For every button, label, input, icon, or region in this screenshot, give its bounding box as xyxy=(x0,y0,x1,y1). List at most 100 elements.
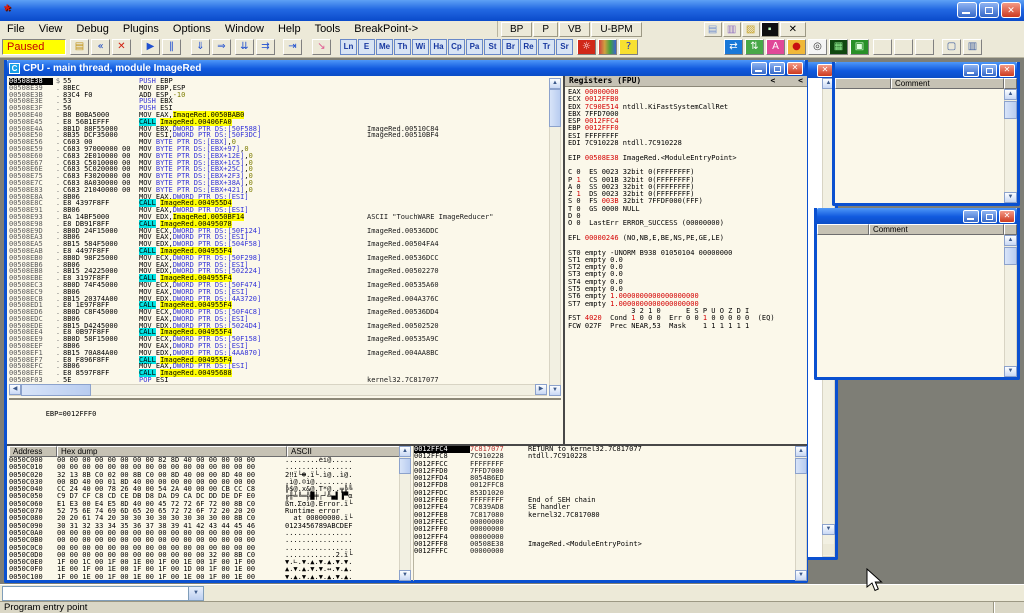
menu-item-file[interactable]: File xyxy=(0,22,32,37)
close-icon[interactable]: ✕ xyxy=(817,64,833,77)
patches-icon[interactable]: ▦ xyxy=(829,39,848,55)
scroll-up-icon[interactable]: ▲ xyxy=(1004,235,1017,246)
register-line[interactable]: EIP 00508E38 ImageRed.<ModuleEntryPoint> xyxy=(568,155,804,162)
menu-item-breakpoint[interactable]: BreakPoint-> xyxy=(347,22,425,37)
disassembly-hscrollbar[interactable]: ◀ ▶ xyxy=(9,384,547,396)
scroll-down-icon[interactable]: ▼ xyxy=(1004,366,1017,377)
step-over-icon[interactable]: ⇒ xyxy=(212,39,231,55)
minimize-icon[interactable] xyxy=(963,210,979,223)
right-window-1-titlebar[interactable]: ✕ xyxy=(835,62,1017,78)
screen-icon[interactable]: ▣ xyxy=(850,39,869,55)
info-pane[interactable]: EBP=0012FFF0 xyxy=(9,398,561,442)
command-input[interactable] xyxy=(3,587,188,600)
plugin-button-p[interactable]: P xyxy=(533,22,558,37)
command-combobox[interactable]: ▼ xyxy=(2,586,204,601)
disasm-row[interactable]: 00508E83.C683 21040000 00MOV BYTE PTR DS… xyxy=(9,187,549,194)
close-icon[interactable]: ✕ xyxy=(999,210,1015,223)
back-icon[interactable]: < xyxy=(798,76,803,85)
stack-pane[interactable]: 0012FFC47C817077RETURN to kernel32.7C817… xyxy=(413,446,793,581)
right-window-2-scrollbar[interactable]: ▲ ▼ xyxy=(1004,235,1017,377)
close-program-icon[interactable]: ✕ xyxy=(112,39,131,55)
help-icon[interactable]: ? xyxy=(619,39,638,55)
animate-over-icon[interactable]: ⇉ xyxy=(256,39,275,55)
scroll-up-icon[interactable]: ▲ xyxy=(399,446,411,457)
view-button-wi[interactable]: Wi xyxy=(412,39,429,55)
chevron-down-icon[interactable]: ▼ xyxy=(188,587,203,600)
view-button-cp[interactable]: Cp xyxy=(448,39,465,55)
plugin-button-vb[interactable]: VB xyxy=(559,22,590,37)
view-button-pa[interactable]: Pa xyxy=(466,39,483,55)
disasm-row[interactable]: 00508EB0.8B0D 98F25000MOV ECX,DWORD PTR … xyxy=(9,255,549,262)
resize-grip[interactable] xyxy=(823,544,834,555)
trace-icon[interactable]: ◎ xyxy=(808,39,827,55)
maximize-icon[interactable] xyxy=(981,64,997,77)
minimize-icon[interactable] xyxy=(751,62,767,75)
ascii-column-header[interactable]: ASCII xyxy=(287,446,411,457)
open-file-icon[interactable]: ▤ xyxy=(70,39,89,55)
registers-lines[interactable]: EAX 00000000ECX 0012FFB0EDX 7C90E514 ntd… xyxy=(565,87,807,332)
register-line[interactable]: EFL 00000246 (NO,NB,E,BE,NS,PE,GE,LE) xyxy=(568,235,804,242)
disasm-row[interactable]: 00508F03.5EPOP ESIkernel32.7C817077 xyxy=(9,377,549,384)
blank-button[interactable] xyxy=(873,39,892,55)
menu-item-options[interactable]: Options xyxy=(166,22,218,37)
view-button-sr[interactable]: Sr xyxy=(556,39,573,55)
console-icon[interactable]: ▪ xyxy=(761,22,779,37)
hexdump-column-header[interactable]: Hex dump xyxy=(57,446,287,457)
restart-icon[interactable]: « xyxy=(91,39,110,55)
mdi-tile-icon[interactable]: ▥ xyxy=(963,39,982,55)
column-header[interactable] xyxy=(835,78,891,89)
plugin-close-button[interactable]: ✕ xyxy=(780,22,806,37)
menu-item-help[interactable]: Help xyxy=(271,22,308,37)
disassembly-vscrollbar[interactable]: ▲ ▼ xyxy=(549,78,561,396)
disasm-row[interactable]: 00508EC3.8B0D 74F45000MOV ECX,DWORD PTR … xyxy=(9,282,549,289)
disasm-row[interactable]: 00508ED6.8B0D C8F45000MOV ECX,DWORD PTR … xyxy=(9,309,549,316)
scroll-left-icon[interactable]: ◀ xyxy=(9,384,21,395)
disasm-row[interactable]: 00508EFE.E8 8597F8FFCALL ImageRed.004956… xyxy=(9,370,549,377)
menu-item-debug[interactable]: Debug xyxy=(69,22,115,37)
ascii-table-icon[interactable]: A xyxy=(766,39,785,55)
execute-till-return-icon[interactable]: ⇥ xyxy=(283,39,302,55)
go-to-address-icon[interactable]: ↘ xyxy=(312,39,331,55)
column-header[interactable] xyxy=(817,224,869,235)
appearance-icon[interactable] xyxy=(598,39,617,55)
swap-panes-icon[interactable]: ⇄ xyxy=(724,39,743,55)
plugin-button-ubpm[interactable]: U-BPM xyxy=(591,22,641,37)
plugin-button-bp[interactable]: BP xyxy=(501,22,532,37)
book-icon[interactable]: ▥ xyxy=(723,22,741,37)
maximize-icon[interactable] xyxy=(769,62,785,75)
step-into-icon[interactable]: ⇓ xyxy=(191,39,210,55)
comment-column-header[interactable]: Comment xyxy=(869,224,1004,235)
scroll-down-icon[interactable]: ▼ xyxy=(822,524,835,535)
dump-row[interactable]: 0050C1001F 00 1E 00 1F 00 1E 00 1F 00 1E… xyxy=(9,574,399,581)
right-window-2-titlebar[interactable]: ✕ xyxy=(817,208,1017,224)
close-button[interactable]: ✕ xyxy=(1001,2,1021,18)
animate-into-icon[interactable]: ⇊ xyxy=(235,39,254,55)
scroll-down-icon[interactable]: ▼ xyxy=(1004,192,1017,203)
scroll-right-icon[interactable]: ▶ xyxy=(535,384,547,395)
disassembly-pane[interactable]: 00508E38$55PUSH EBP00508E39.8BECMOV EBP,… xyxy=(9,78,549,384)
register-line[interactable]: T 0 GS 0000 NULL xyxy=(568,206,804,213)
options-icon[interactable]: ☼ xyxy=(577,39,596,55)
disasm-row[interactable]: 00508E3E.53PUSH EBX xyxy=(9,98,549,105)
restore-button[interactable] xyxy=(979,2,999,18)
menu-item-tools[interactable]: Tools xyxy=(308,22,348,37)
disasm-row[interactable]: 00508EE9.8B0D 58F15000MOV ECX,DWORD PTR … xyxy=(9,336,549,343)
register-line[interactable]: FCW 027F Prec NEAR,53 Mask 1 1 1 1 1 1 xyxy=(568,323,804,330)
view-button-e[interactable]: E xyxy=(358,39,375,55)
view-button-st[interactable]: St xyxy=(484,39,501,55)
menu-item-window[interactable]: Window xyxy=(218,22,271,37)
right-window-1-scrollbar[interactable]: ▲ ▼ xyxy=(1004,89,1017,203)
scroll-down-icon[interactable]: ▼ xyxy=(795,570,807,581)
view-button-me[interactable]: Me xyxy=(376,39,393,55)
menu-item-view[interactable]: View xyxy=(32,22,70,37)
maximize-icon[interactable] xyxy=(981,210,997,223)
comment-column-header[interactable]: Comment xyxy=(891,78,1004,89)
view-button-tr[interactable]: Tr xyxy=(538,39,555,55)
disasm-row[interactable]: 00508E9D.8B0D 24F15000MOV ECX,DWORD PTR … xyxy=(9,228,549,235)
stack-vscrollbar[interactable]: ▲ ▼ xyxy=(795,446,807,581)
scroll-up-icon[interactable]: ▲ xyxy=(549,78,561,89)
register-line[interactable]: EDI 7C910228 ntdll.7C910228 xyxy=(568,140,804,147)
blank-button[interactable] xyxy=(915,39,934,55)
view-button-ha[interactable]: Ha xyxy=(430,39,447,55)
scroll-up-icon[interactable]: ▲ xyxy=(1004,89,1017,100)
